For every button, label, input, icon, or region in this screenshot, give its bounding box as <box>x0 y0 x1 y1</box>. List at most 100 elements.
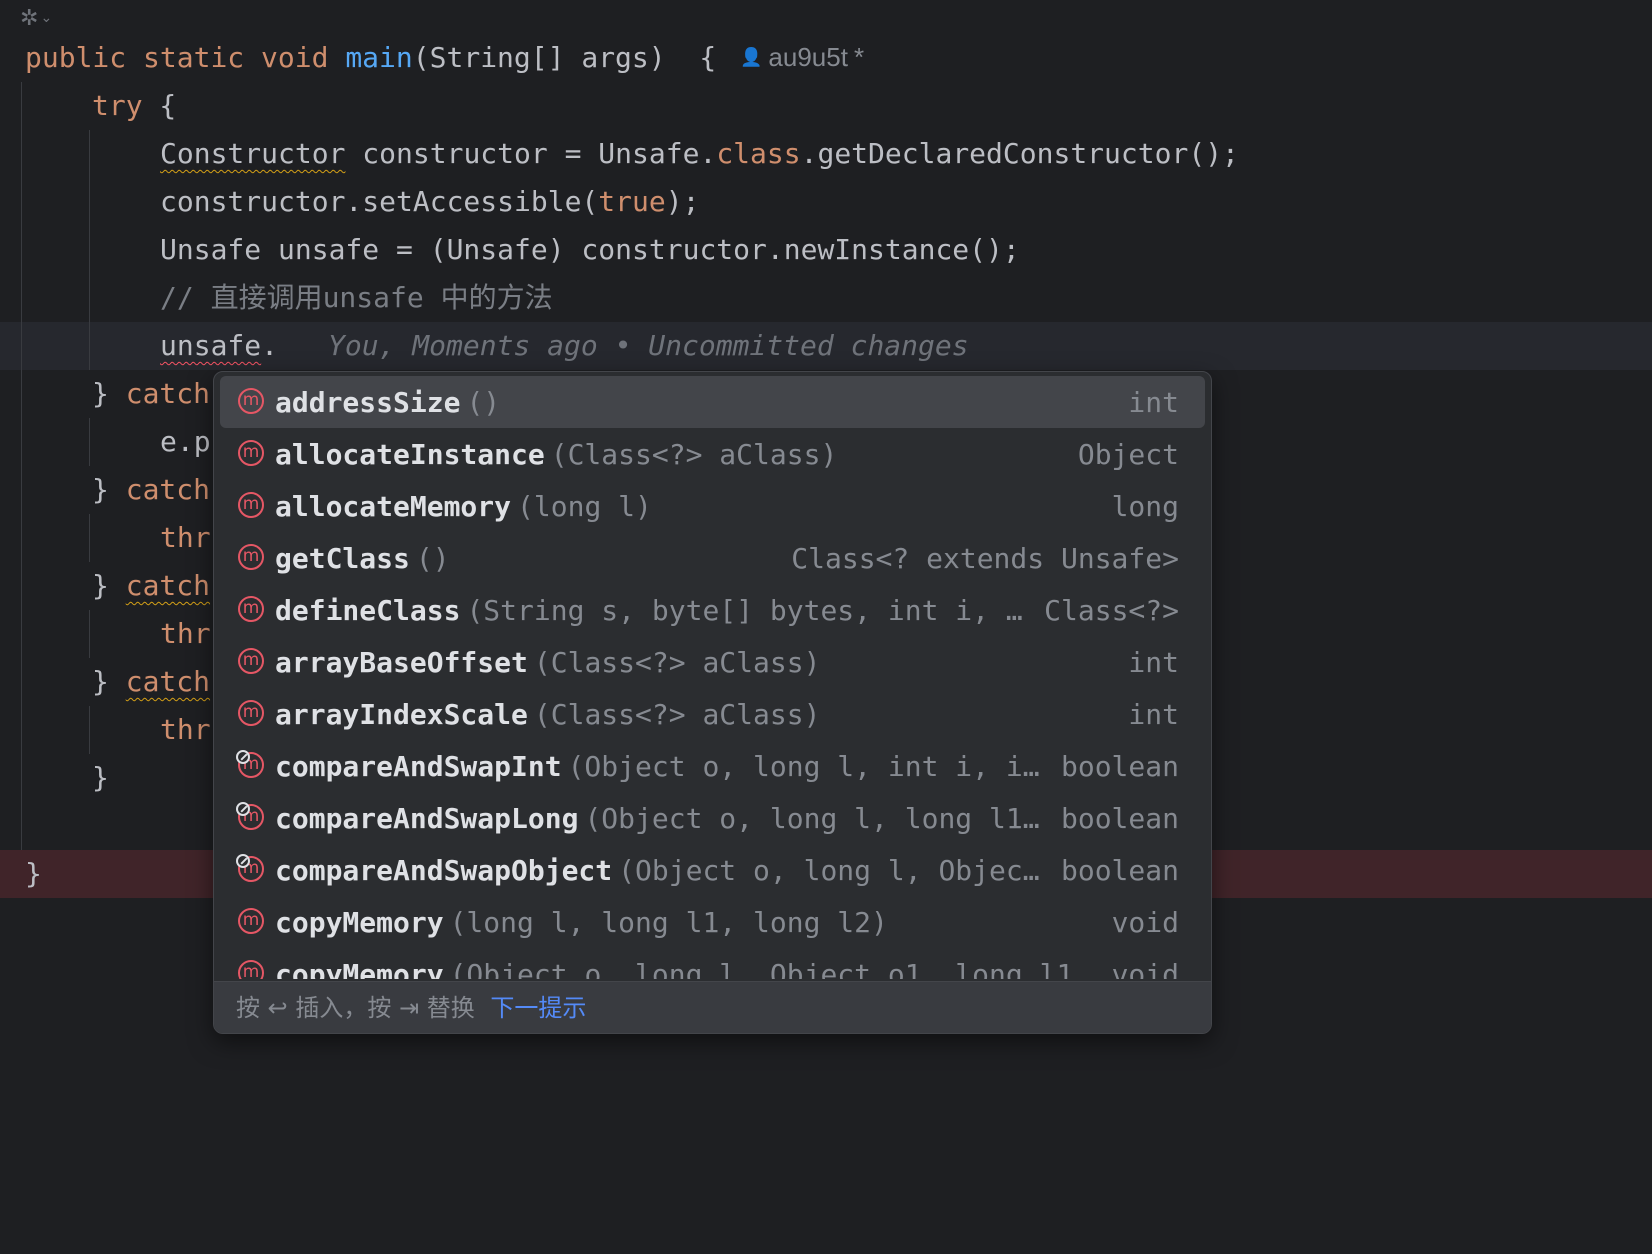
completion-item-name: copyMemory (long l, long l1, long l2) <box>275 906 888 939</box>
code-line: try { <box>0 82 1652 130</box>
completion-item[interactable]: m defineClass (String s, byte[] bytes, int… <box>220 584 1205 636</box>
keyword-warning[interactable]: catch <box>126 665 210 698</box>
method-params: () <box>415 541 450 575</box>
code-author-inlay[interactable]: 👤 au9u5t * <box>740 42 864 73</box>
completion-item-name: arrayBaseOffset (Class<?> aClass) <box>275 646 820 679</box>
chevron-down-icon[interactable]: ⌄ <box>40 10 52 26</box>
completion-item-name: compareAndSwapObject (Object o, long l, O… <box>275 854 1040 887</box>
completion-item[interactable]: m addressSize() int <box>220 376 1205 428</box>
code-text: } <box>92 473 126 506</box>
method-params: (Object o, long l, Object o1, long l1, … <box>449 957 1124 980</box>
keyword: thr <box>160 713 211 746</box>
method-name: arrayIndexScale <box>275 697 528 731</box>
indent-guide <box>89 178 90 226</box>
indent-guide <box>21 130 22 178</box>
indent-guide <box>89 322 90 370</box>
code-text: (String[] args) { <box>412 41 717 74</box>
method-icon: m <box>238 492 264 518</box>
method-name: arrayBaseOffset <box>275 645 528 679</box>
method-icon: m <box>238 544 264 570</box>
deprecated-method-icon: m <box>236 750 264 778</box>
completion-item[interactable]: m allocateMemory (long l) long <box>220 480 1205 532</box>
code-editor[interactable]: ✲ ⌄ public static void main(String[] args… <box>0 0 1652 1254</box>
code-completion-popup[interactable]: m addressSize() int m allocateInstance (Class… <box>213 371 1212 1034</box>
indent-guide <box>21 370 22 418</box>
return-type: int <box>1128 697 1179 731</box>
current-code-line[interactable]: unsafe. You, Moments ago • Uncommitted c… <box>0 322 1652 370</box>
ai-assistant-icon[interactable]: ✲ ⌄ <box>20 6 52 31</box>
method-params: (Class<?> aClass) <box>533 645 821 679</box>
keyword: catch <box>125 473 211 506</box>
completion-shortcut-hint: 按 ↩ 插入，按 ⇥ 替换 <box>236 994 475 1022</box>
method-name: compareAndSwapLong <box>275 801 579 835</box>
return-type: boolean <box>1060 853 1179 887</box>
method-params: (Object o, long l, long l1… <box>584 801 1040 835</box>
method-name: defineClass <box>275 593 461 627</box>
warning-type[interactable]: Constructor <box>160 137 345 170</box>
completion-item[interactable]: m allocateInstance (Class<?> aClass) Object <box>220 428 1205 480</box>
method-name: copyMemory <box>275 905 444 939</box>
indent-guide <box>89 226 90 274</box>
next-tip-link[interactable]: 下一提示 <box>490 994 586 1022</box>
method-icon: m <box>238 908 264 934</box>
indent-guide <box>21 658 22 706</box>
completion-list[interactable]: m addressSize() int m allocateInstance (Class… <box>214 376 1211 979</box>
method-params: () <box>466 385 501 419</box>
return-type: void <box>1111 957 1179 980</box>
method-icon: m <box>238 648 264 674</box>
return-type: int <box>1128 385 1179 419</box>
keyword: class <box>716 137 801 170</box>
modified-marker: * <box>853 42 865 72</box>
return-type: long <box>1111 489 1179 523</box>
completion-item-name: compareAndSwapInt (Object o, long l, int … <box>275 750 1040 783</box>
completion-item-name: allocateMemory (long l) <box>275 490 652 523</box>
keyword: static <box>143 41 245 74</box>
completion-item[interactable]: m compareAndSwapLong (Object o, long l, lo… <box>220 792 1205 844</box>
code-text: constructor = Unsafe. <box>345 137 717 170</box>
error-identifier[interactable]: unsafe <box>160 329 261 362</box>
method-icon: m <box>238 596 264 622</box>
indent-guide <box>21 514 22 562</box>
completion-item[interactable]: m arrayBaseOffset (Class<?> aClass) int <box>220 636 1205 688</box>
method-params: (String s, byte[] bytes, int i, … <box>466 593 1023 627</box>
method-params: (long l) <box>517 489 652 523</box>
method-icon: m <box>238 960 264 979</box>
keyword: public <box>25 41 127 74</box>
code-text: { <box>142 89 177 122</box>
code-text: . <box>261 329 279 362</box>
indent-guide <box>21 82 22 130</box>
git-blame-hint: You, Moments ago • Uncommitted changes <box>328 329 969 362</box>
indent-guide <box>89 706 90 754</box>
method-name: copyMemory <box>275 957 444 980</box>
code-line: Constructor constructor = Unsafe.class.g… <box>0 130 1652 178</box>
indent-guide <box>21 610 22 658</box>
code-text: } <box>92 377 126 410</box>
indent-guide <box>21 418 22 466</box>
completion-item[interactable]: m copyMemory (long l, long l1, long l2) voi… <box>220 896 1205 948</box>
code-text: } <box>92 569 126 602</box>
keyword: true <box>598 185 666 218</box>
return-type: int <box>1128 645 1179 679</box>
code-line: constructor.setAccessible(true); <box>0 178 1652 226</box>
completion-item[interactable]: m compareAndSwapObject (Object o, long l, … <box>220 844 1205 896</box>
method-name: allocateInstance <box>275 437 545 471</box>
keyword-warning[interactable]: catch <box>126 569 210 602</box>
indent-guide <box>89 418 90 466</box>
method-params: (Class<?> aClass) <box>550 437 838 471</box>
method-params: (long l, long l1, long l2) <box>449 905 888 939</box>
indent-guide <box>89 130 90 178</box>
completion-item[interactable]: m copyMemory (Object o, long l, Object o1,… <box>220 948 1205 979</box>
completion-item[interactable]: m getClass() Class<? extends Unsafe> <box>220 532 1205 584</box>
method-name: addressSize <box>275 385 461 419</box>
method-name: allocateMemory <box>275 489 512 523</box>
method-icon: m <box>238 700 264 726</box>
method-icon: m <box>238 388 264 414</box>
author-name: au9u5t <box>768 42 848 72</box>
code-text: } <box>92 665 126 698</box>
completion-item[interactable]: m arrayIndexScale (Class<?> aClass) int <box>220 688 1205 740</box>
return-type: boolean <box>1060 749 1179 783</box>
return-type: Class<?> <box>1044 593 1179 627</box>
completion-item[interactable]: m compareAndSwapInt (Object o, long l, int… <box>220 740 1205 792</box>
deprecated-method-icon: m <box>236 854 264 882</box>
completion-item-name: arrayIndexScale (Class<?> aClass) <box>275 698 820 731</box>
